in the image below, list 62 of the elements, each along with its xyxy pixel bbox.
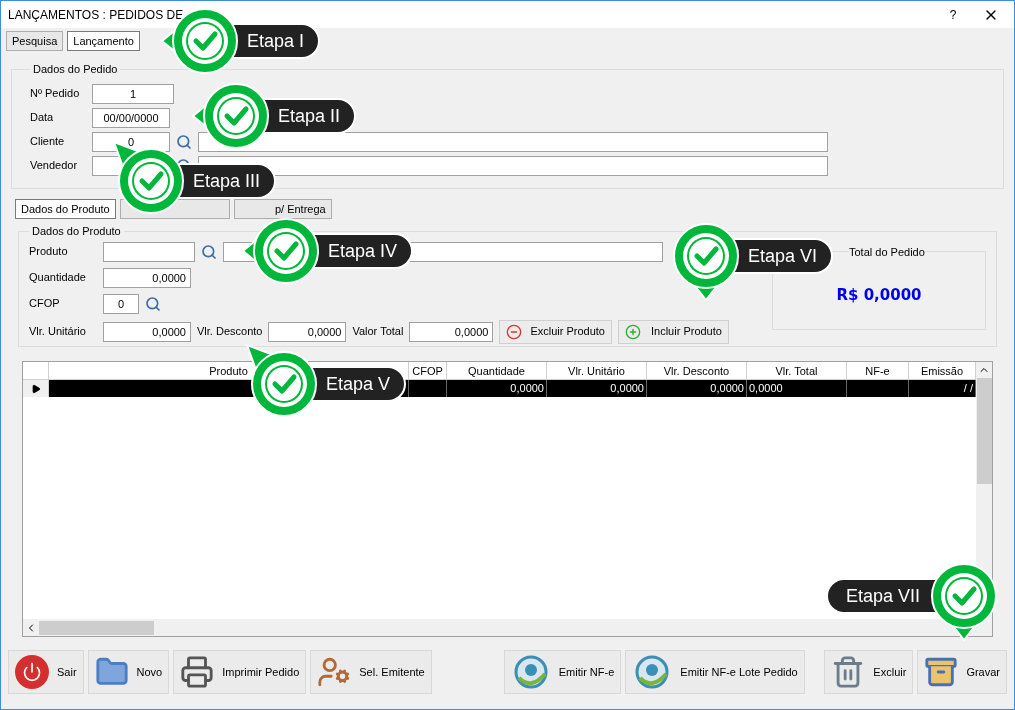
field-label: Produto [29, 244, 69, 260]
table-cell: 0,0000 [747, 380, 847, 397]
search-icon[interactable] [145, 295, 161, 312]
field-label: Data [30, 110, 55, 126]
table-cell: 0,0000 [647, 380, 747, 397]
input-field[interactable]: 0,0000 [103, 267, 191, 288]
column-header[interactable]: Vlr. Total [747, 362, 847, 379]
toolbar-button[interactable]: Sair [8, 650, 84, 694]
field-label: CFOP [29, 296, 61, 312]
input-field[interactable]: 0 [92, 131, 170, 152]
add-product-button[interactable]: Incluir Produto [618, 319, 729, 344]
power-icon [15, 655, 49, 689]
input-field[interactable]: 0 [103, 293, 139, 314]
toolbar-button[interactable]: Emitir NF-e [503, 650, 622, 694]
field-label: Valor Total [352, 324, 404, 340]
field-label: Cliente [30, 134, 66, 150]
user-icon [317, 655, 352, 689]
minus-icon [506, 323, 523, 340]
remove-product-button[interactable]: Excluir Produto [499, 319, 612, 344]
field-label: Quantidade [29, 270, 87, 286]
group-title: Dados do Pedido [32, 62, 119, 77]
group-title: Dados do Produto [31, 224, 122, 239]
tab[interactable]: Lançamento [67, 31, 140, 51]
input-field[interactable]: 0,0000 [268, 321, 347, 342]
toolbar-button[interactable]: Emitir NF-e Lote Pedido [625, 650, 805, 694]
field-label: Nº Pedido [30, 86, 81, 102]
input-field[interactable]: 0,0000 [409, 321, 494, 342]
column-header[interactable]: CFOP [409, 362, 447, 379]
group-title: Total do Pedido [849, 244, 925, 260]
row-pointer-icon [30, 383, 41, 394]
column-header[interactable]: NF-e [847, 362, 909, 379]
tab[interactable]: Pesquisa [6, 31, 64, 51]
column-header[interactable]: Vlr. Desconto [647, 362, 747, 379]
input-field[interactable]: 0,0000 [103, 321, 191, 342]
field-label: Vendedor [30, 158, 79, 174]
toolbar-button[interactable]: Imprimir Pedido [173, 650, 307, 694]
total-value: R$ 0,0000 [836, 285, 922, 306]
toolbar-button[interactable]: Novo [87, 650, 170, 694]
input-field[interactable] [198, 131, 828, 152]
horizontal-scrollbar[interactable] [23, 619, 992, 636]
input-field[interactable]: 00/00/0000 [92, 107, 170, 128]
window-title: LANÇAMENTOS : PEDIDOS DE [8, 6, 184, 24]
tab[interactable]: Dados do Produto [15, 199, 116, 219]
help-button[interactable]: ? [938, 5, 968, 24]
column-header[interactable]: Vlr. Unitário [547, 362, 647, 379]
column-header[interactable]: Quantidade [447, 362, 547, 379]
field-label: Vlr. Desconto [197, 324, 263, 340]
binder-icon [924, 655, 959, 689]
table-cell: 0,0000 [547, 380, 647, 397]
field-label: Vlr. Unitário [29, 324, 87, 340]
search-icon[interactable] [201, 243, 217, 260]
plus-icon [625, 323, 641, 340]
tab[interactable]: p/ Entrega [233, 199, 332, 219]
search-icon[interactable] [176, 133, 192, 150]
printer-icon [180, 655, 215, 689]
input-field[interactable] [103, 241, 195, 262]
input-field[interactable] [198, 155, 828, 176]
input-field[interactable]: 1 [92, 83, 174, 104]
toolbar-button[interactable]: Gravar [917, 650, 1007, 694]
table-cell: 0,0000 [447, 380, 547, 397]
toolbar-button[interactable]: Excluir [824, 650, 914, 694]
toolbar-button[interactable]: Sel. Emitente [310, 650, 432, 694]
